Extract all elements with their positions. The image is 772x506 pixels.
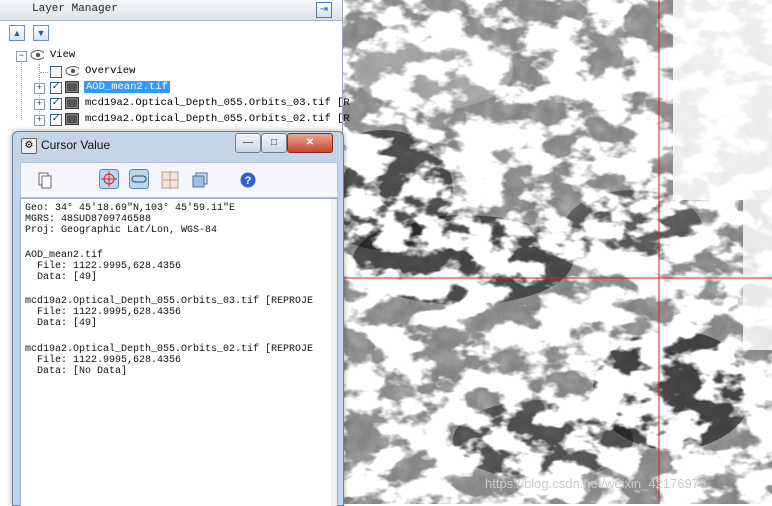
expand-toggle[interactable]: + bbox=[34, 99, 45, 110]
layer-checkbox[interactable]: ✓ bbox=[50, 98, 62, 110]
tree-node-layer[interactable]: + ✓ mcd19a2.Optical_Depth_055.Orbits_02.… bbox=[0, 112, 350, 128]
layer-checkbox[interactable]: ✓ bbox=[50, 82, 62, 94]
raster-layer-icon bbox=[65, 113, 79, 125]
tree-node-layer[interactable]: + ✓ mcd19a2.Optical_Depth_055.Orbits_03.… bbox=[0, 96, 350, 112]
move-down-button[interactable]: ▼ bbox=[33, 25, 49, 41]
layer-manager-titlebar: Layer Manager ⇥ bbox=[0, 0, 342, 21]
tree-label: Overview bbox=[85, 65, 136, 77]
cursor-value-toolbar: ? bbox=[20, 162, 338, 198]
raster-layer-icon bbox=[65, 81, 79, 93]
svg-text:?: ? bbox=[245, 175, 252, 187]
tree-label: mcd19a2.Optical_Depth_055.Orbits_03.tif … bbox=[85, 97, 350, 109]
tree-label: AOD_mean2.tif bbox=[84, 81, 170, 93]
image-viewer[interactable] bbox=[343, 0, 772, 504]
cursor-value-window: ⚙ Cursor Value — □ ✕ ? Geo: 34° 45′18.69… bbox=[12, 131, 344, 506]
raster-layer-icon bbox=[65, 97, 79, 109]
grid-icon[interactable] bbox=[161, 171, 179, 189]
windows-icon[interactable] bbox=[191, 171, 209, 189]
data-value: Data: [49] bbox=[25, 272, 98, 283]
tree-node-overview[interactable]: Overview bbox=[0, 64, 342, 80]
help-icon[interactable]: ? bbox=[239, 171, 257, 189]
tree-node-view[interactable]: − View bbox=[0, 48, 342, 64]
raster-image[interactable] bbox=[343, 0, 772, 504]
close-button[interactable]: ✕ bbox=[287, 133, 333, 153]
move-up-button[interactable]: ▲ bbox=[9, 25, 25, 41]
scrollbar[interactable] bbox=[331, 199, 337, 506]
data-value: Data: [49] bbox=[25, 318, 98, 329]
cursor-value-text: Geo: 34° 45′18.69″N,103° 45′59.11″E MGRS… bbox=[20, 198, 338, 506]
link-icon[interactable] bbox=[129, 169, 149, 189]
expand-toggle[interactable]: + bbox=[34, 83, 45, 94]
expand-toggle[interactable]: + bbox=[34, 115, 45, 126]
layer-manager-toolbar: ▲ ▼ bbox=[0, 21, 342, 43]
eye-icon bbox=[30, 50, 44, 60]
layer-manager-title: Layer Manager bbox=[32, 3, 118, 15]
layer-checkbox[interactable] bbox=[50, 66, 62, 78]
collapse-toggle[interactable]: − bbox=[16, 51, 27, 62]
cursor-value-titlebar[interactable]: ⚙ Cursor Value — □ ✕ bbox=[13, 132, 343, 160]
maximize-button[interactable]: □ bbox=[261, 133, 287, 153]
layer-checkbox[interactable]: ✓ bbox=[50, 114, 62, 126]
crosshair-icon[interactable] bbox=[99, 169, 119, 189]
proj-line: Proj: Geographic Lat/Lon, WGS-84 bbox=[25, 225, 218, 236]
chevron-up-icon: ▲ bbox=[12, 28, 22, 38]
window-icon: ⚙ bbox=[21, 138, 37, 154]
data-value: Data: [No Data] bbox=[25, 366, 128, 377]
pin-icon[interactable]: ⇥ bbox=[316, 2, 332, 18]
window-title: Cursor Value bbox=[41, 138, 111, 152]
minimize-button[interactable]: — bbox=[235, 133, 261, 153]
chevron-down-icon: ▼ bbox=[36, 28, 46, 38]
eye-icon bbox=[65, 66, 79, 76]
tree-label: View bbox=[50, 49, 76, 61]
watermark: https://blog.csdn.net/weixin_42176976 bbox=[485, 476, 707, 491]
copy-dropdown-icon[interactable] bbox=[37, 171, 55, 189]
tree-label: mcd19a2.Optical_Depth_055.Orbits_02.tif … bbox=[85, 113, 350, 125]
tree-node-layer[interactable]: + ✓ AOD_mean2.tif bbox=[0, 80, 342, 96]
